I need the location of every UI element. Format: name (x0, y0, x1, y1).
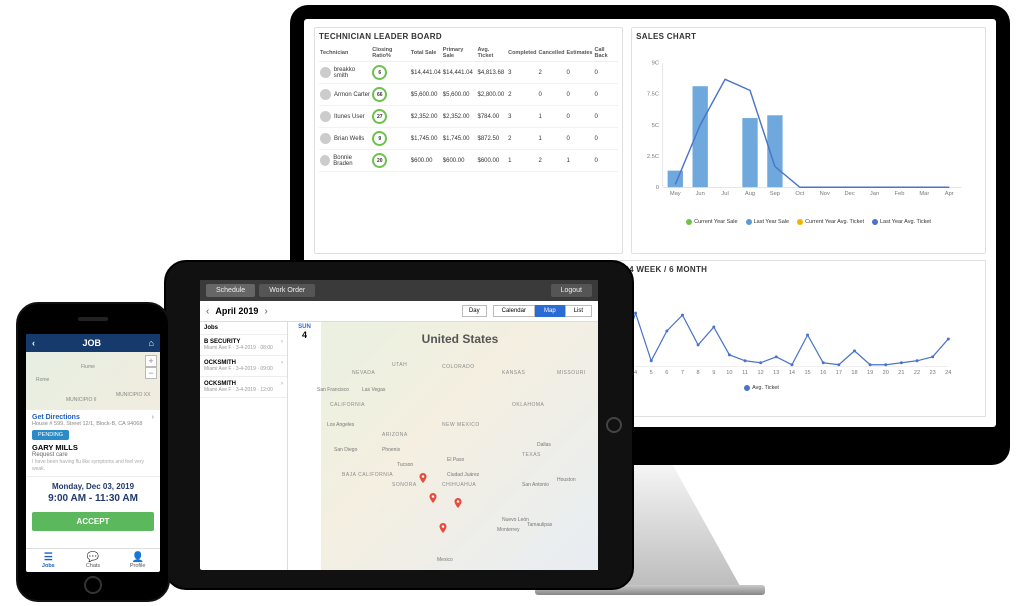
home-icon[interactable]: ⌂ (149, 338, 154, 348)
tab-schedule[interactable]: Schedule (206, 284, 255, 297)
phone-device: ‹ JOB ⌂ RomeFiumeMUNICIPIO XXMUNICIPIO I… (16, 302, 170, 602)
sales-chart: May Jun Jul Aug Sep Oct Nov Dec Jan Feb Mar Apr 0 2.5… (636, 45, 981, 215)
table-row[interactable]: Bonnie Braden 20$600.00$600.00$600.00 12… (319, 150, 618, 172)
table-row[interactable]: Brian Wells 9$1,745.00$1,745.00$872.50 2… (319, 128, 618, 150)
view-list[interactable]: List (565, 305, 592, 317)
tab-profile[interactable]: 👤Profile (115, 549, 160, 572)
svg-text:10: 10 (726, 371, 732, 377)
tablet-topbar: Schedule Work Order Logout (200, 280, 598, 301)
view-map[interactable]: Map (535, 305, 565, 317)
status-badge: PENDING (32, 430, 69, 440)
map-pin-icon[interactable] (427, 492, 439, 504)
phone-header: ‹ JOB ⌂ (26, 334, 160, 352)
map-pin-icon[interactable] (417, 472, 429, 484)
sales-chart-title: SALES CHART (636, 32, 981, 41)
map-pin-icon[interactable] (452, 497, 464, 509)
svg-text:12: 12 (758, 371, 764, 377)
view-calendar[interactable]: Calendar (493, 305, 535, 317)
leaderboard-card: TECHNICIAN LEADER BOARD TechnicianClosin… (314, 27, 623, 254)
customer-name: GARY MILLS (32, 443, 154, 452)
svg-text:Jun: Jun (696, 191, 705, 197)
svg-text:4: 4 (634, 371, 637, 377)
phone-home-button[interactable] (84, 576, 102, 594)
svg-text:7.5C: 7.5C (647, 92, 659, 98)
svg-text:20: 20 (883, 371, 889, 377)
svg-text:9: 9 (712, 371, 715, 377)
svg-text:15: 15 (804, 371, 810, 377)
svg-text:19: 19 (867, 371, 873, 377)
sales-chart-card: SALES CHART May Jun Jul Aug Sep Oct Nov Dec Jan F… (631, 27, 986, 254)
svg-text:13: 13 (773, 371, 779, 377)
leaderboard-table: TechnicianClosing Ratio%Total SalePrimar… (319, 45, 618, 172)
svg-text:Mar: Mar (920, 191, 930, 197)
list-item[interactable]: B SECURITY›Miami Ave F · 3-4-2019 · 08:0… (200, 335, 287, 356)
svg-text:Nov: Nov (820, 191, 830, 197)
address-text: House # 599, Street 12/1, Block-B, CA 94… (32, 421, 154, 427)
month-label: April 2019 (215, 306, 258, 316)
tab-jobs[interactable]: ☰Jobs (26, 549, 71, 572)
svg-text:5C: 5C (652, 123, 659, 129)
table-row[interactable]: breakko smith 6$14,441.04$14,441.04$4,81… (319, 62, 618, 84)
svg-text:16: 16 (820, 371, 826, 377)
view-day[interactable]: Day (462, 305, 487, 317)
svg-text:11: 11 (742, 371, 748, 377)
svg-text:Jul: Jul (722, 191, 729, 197)
back-icon[interactable]: ‹ (32, 338, 35, 348)
svg-text:Aug: Aug (745, 191, 755, 197)
accept-button[interactable]: ACCEPT (32, 512, 154, 531)
phone-map[interactable]: RomeFiumeMUNICIPIO XXMUNICIPIO II + − (26, 352, 160, 410)
day-column: SUN 4 (288, 322, 322, 570)
list-item[interactable]: OCKSMITH›Miami Ave F · 3-4-2019 · 12:00 (200, 377, 287, 398)
svg-text:14: 14 (789, 371, 795, 377)
zoom-out-button[interactable]: − (145, 367, 157, 379)
svg-text:22: 22 (914, 371, 920, 377)
svg-text:May: May (670, 191, 681, 197)
table-row[interactable]: Armon Carter 66$5,600.00$5,600.00$2,800.… (319, 84, 618, 106)
prev-month-button[interactable]: ‹ (206, 306, 209, 317)
svg-text:23: 23 (930, 371, 936, 377)
tab-chats[interactable]: 💬Chats (71, 549, 116, 572)
page-title: JOB (83, 338, 102, 348)
tablet-home-button[interactable] (606, 417, 622, 433)
svg-text:9C: 9C (652, 61, 659, 67)
svg-text:6: 6 (665, 371, 668, 377)
sales-legend: Current Year Sale Last Year Sale Current… (636, 219, 981, 225)
appointment-block: Monday, Dec 03, 2019 9:00 AM - 11:30 AM (26, 477, 160, 509)
job-list: Jobs B SECURITY›Miami Ave F · 3-4-2019 ·… (200, 322, 288, 570)
list-item[interactable]: OCKSMITH›Miami Ave F · 3-4-2019 · 09:00 (200, 356, 287, 377)
next-month-button[interactable]: › (264, 306, 267, 317)
tab-workorder[interactable]: Work Order (259, 284, 315, 297)
zoom-in-button[interactable]: + (145, 355, 157, 367)
table-row[interactable]: Itunes User 27$2,352.00$2,352.00$784.00 … (319, 106, 618, 128)
svg-text:0: 0 (656, 185, 659, 191)
get-directions-link[interactable]: Get Directions› (32, 414, 154, 421)
logout-button[interactable]: Logout (551, 284, 592, 297)
svg-text:Apr: Apr (945, 191, 954, 197)
phone-tabbar: ☰Jobs 💬Chats 👤Profile (26, 548, 160, 572)
svg-text:Oct: Oct (795, 191, 804, 197)
svg-text:Dec: Dec (845, 191, 855, 197)
svg-text:Jan: Jan (870, 191, 879, 197)
svg-text:8: 8 (697, 371, 700, 377)
map-view[interactable]: United States NEVADAUTAHCOLORADOKANSASMI… (322, 322, 598, 570)
svg-text:5: 5 (650, 371, 653, 377)
svg-text:2.5C: 2.5C (647, 154, 659, 160)
leaderboard-title: TECHNICIAN LEADER BOARD (319, 32, 618, 41)
svg-text:21: 21 (898, 371, 904, 377)
map-pin-icon[interactable] (437, 522, 449, 534)
svg-text:Feb: Feb (895, 191, 905, 197)
svg-text:7: 7 (681, 371, 684, 377)
job-note: I have been having flu like symptoms and… (32, 459, 154, 472)
svg-text:17: 17 (836, 371, 842, 377)
service-type: Request care (32, 452, 154, 458)
svg-text:24: 24 (945, 371, 951, 377)
svg-text:Sep: Sep (770, 191, 780, 197)
tablet-device: Schedule Work Order Logout ‹ April 2019 … (164, 260, 634, 590)
svg-text:18: 18 (851, 371, 857, 377)
